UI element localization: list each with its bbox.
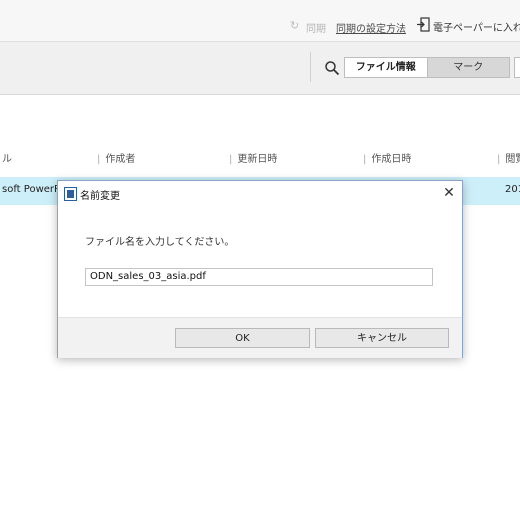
dialog-footer: OK キャンセル [58, 317, 462, 358]
toolbar-separator [310, 52, 311, 82]
dialog-title: 名前変更 [80, 191, 120, 202]
dialog-prompt: ファイル名を入力してください。 [85, 237, 235, 248]
column-header-label: 作成日時 [371, 154, 412, 165]
info-tabs: ファイル情報 マーク [344, 57, 510, 78]
search-icon[interactable] [324, 60, 340, 76]
column-header-label: 作成者 [105, 154, 136, 165]
tab-file-info[interactable]: ファイル情報 [345, 58, 427, 77]
column-header-label: 閲覧 [505, 154, 520, 165]
column-header-created[interactable]: | 作成日時 [363, 150, 411, 170]
viewed-date-cell: 201 [505, 184, 520, 195]
column-header-label: 更新日時 [237, 154, 278, 165]
column-header-label: ル [2, 154, 12, 165]
import-to-paper-button[interactable]: 電子ペーパーに入れる [433, 19, 520, 34]
filename-input[interactable] [85, 268, 433, 286]
dialog-titlebar: 名前変更 ✕ [58, 181, 462, 205]
ok-button[interactable]: OK [175, 328, 310, 348]
close-icon[interactable]: ✕ [441, 185, 457, 201]
column-header-title[interactable]: ル [2, 150, 12, 170]
sync-label: 同期 [306, 24, 326, 35]
import-icon [417, 17, 430, 32]
sync-icon: ↻ [290, 19, 300, 32]
rename-dialog: 名前変更 ✕ ファイル名を入力してください。 OK キャンセル [57, 180, 463, 358]
column-header-author[interactable]: | 作成者 [97, 150, 135, 170]
tab-mark[interactable]: マーク [426, 58, 509, 77]
toolbar-overflow-control[interactable] [514, 57, 520, 78]
column-header-modified[interactable]: | 更新日時 [229, 150, 277, 170]
column-header-viewed[interactable]: |閲覧 [497, 150, 520, 170]
cancel-button[interactable]: キャンセル [315, 328, 449, 348]
top-bar: ↻ 同期 同期の設定方法 電子ペーパーに入れる [0, 0, 520, 42]
sync-settings-link[interactable]: 同期の設定方法 [336, 20, 406, 35]
app-icon [64, 187, 77, 201]
